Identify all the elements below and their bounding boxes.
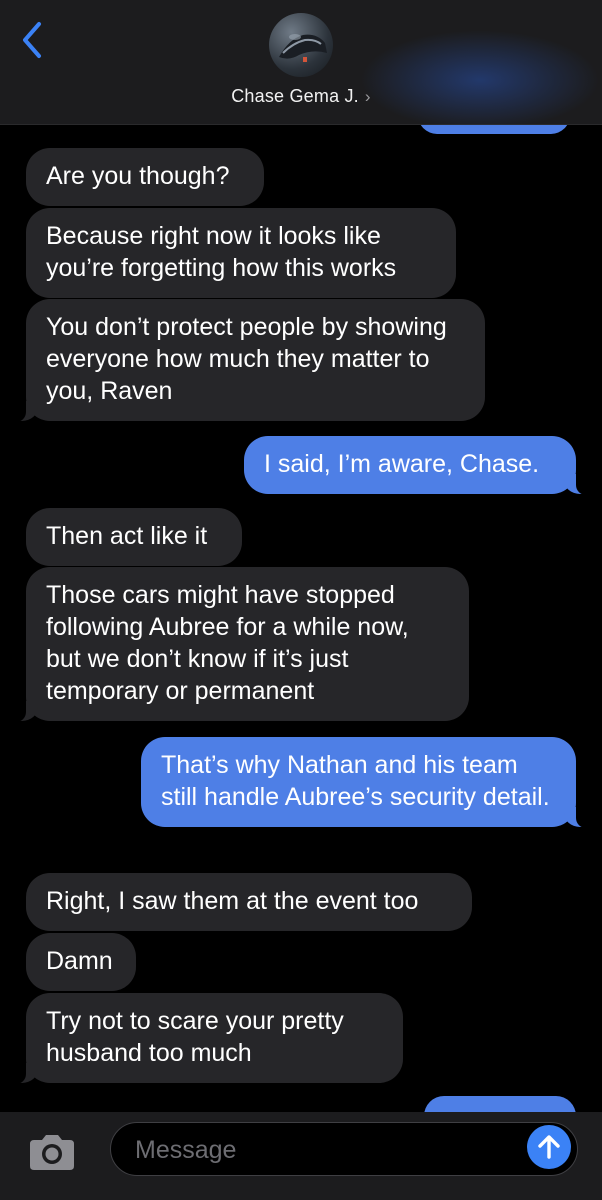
message-bubble-incoming[interactable]: Because right now it looks like you’re f… xyxy=(26,208,456,298)
contact-name-button[interactable]: Chase Gema J. › xyxy=(0,86,602,107)
message-bubble-incoming[interactable]: Damn xyxy=(26,933,136,991)
message-bubble-incoming[interactable]: Then act like it xyxy=(26,508,242,566)
message-bubble-incoming[interactable]: You don’t protect people by showing ever… xyxy=(12,299,485,422)
chevron-right-icon: › xyxy=(364,87,371,106)
camera-icon xyxy=(30,1135,74,1170)
message-input[interactable] xyxy=(133,1131,517,1169)
chevron-left-icon xyxy=(23,22,41,58)
message-field[interactable] xyxy=(110,1122,578,1176)
message-thread: Are you though? Because right now it loo… xyxy=(0,0,602,1200)
contact-avatar[interactable] xyxy=(269,13,333,77)
message-bubble-incoming[interactable]: Are you though? xyxy=(26,148,264,206)
message-bubble-incoming[interactable]: Try not to scare your pretty husband too… xyxy=(12,993,403,1084)
message-bubble-outgoing[interactable]: I said, I’m aware, Chase. xyxy=(244,436,590,495)
contact-name: Chase Gema J. xyxy=(231,86,359,106)
back-button[interactable] xyxy=(14,18,50,62)
conversation-header: Chase Gema J. › xyxy=(0,0,602,130)
send-button[interactable] xyxy=(527,1125,571,1169)
avatar-image xyxy=(279,34,327,62)
arrow-up-icon xyxy=(538,1135,560,1159)
message-composer xyxy=(0,1112,602,1200)
camera-button[interactable] xyxy=(24,1130,80,1174)
message-bubble-outgoing[interactable]: That’s why Nathan and his team still han… xyxy=(141,737,590,828)
header-glow xyxy=(360,30,600,130)
message-bubble-incoming[interactable]: Right, I saw them at the event too xyxy=(26,873,472,931)
message-bubble-incoming[interactable]: Those cars might have stopped following … xyxy=(12,567,469,722)
